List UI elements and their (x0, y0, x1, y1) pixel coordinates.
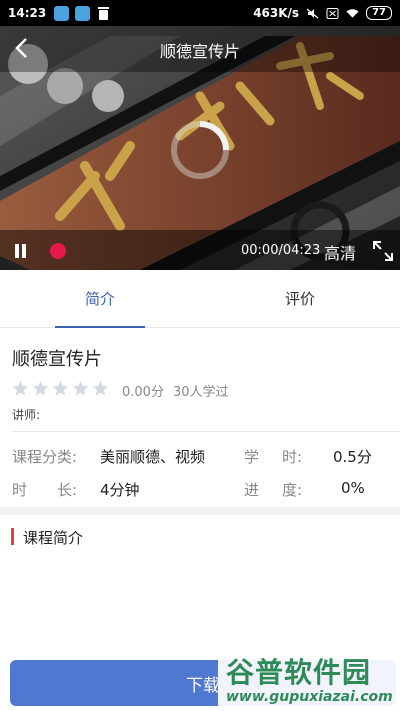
divider (12, 431, 400, 432)
watermark: 谷普软件园 www.gupuxiazai.com (218, 647, 400, 711)
tab-bar: 简介 评价 (0, 270, 400, 328)
fullscreen-icon[interactable] (372, 240, 394, 262)
duration-label-2: 长: (57, 481, 78, 499)
star-icon (92, 381, 109, 396)
mute-icon (306, 8, 319, 18)
tab-intro[interactable]: 简介 (0, 270, 200, 328)
hours-label-1: 学 (244, 448, 260, 466)
watermark-title: 谷普软件园 (226, 656, 372, 689)
rating-stars (12, 380, 109, 397)
status-time: 14:23 (8, 6, 47, 20)
progress-label-2: 度: (282, 481, 303, 499)
net-speed: 463K/s (253, 6, 300, 20)
app-notification-icon (75, 5, 91, 21)
quality-button[interactable]: 高清 (324, 240, 356, 264)
hours-value: 0.5分 (333, 448, 372, 466)
video-controls: 00:00/04:23 高清 (0, 230, 400, 270)
progress-label-1: 进 (244, 481, 260, 499)
section-marker (11, 528, 14, 545)
battery-indicator: 77 (366, 6, 392, 20)
section-divider (0, 507, 400, 515)
intro-section-title: 课程简介 (23, 529, 84, 547)
status-bar: 14:23 463K/s 77 (0, 0, 400, 26)
tab-reviews[interactable]: 评价 (200, 270, 400, 328)
app-notification-icon (54, 5, 70, 21)
wifi-icon (346, 8, 359, 18)
sim-off-icon (326, 7, 339, 19)
duration-label-1: 时 (12, 481, 28, 499)
loading-spinner-icon (171, 121, 229, 179)
status-right: 463K/s 77 (253, 6, 392, 20)
star-icon (32, 381, 49, 396)
app-screen: 14:23 463K/s 77 顺德宣传片 00:00/04:23 高清 简介 … (0, 0, 400, 711)
category-label: 课程分类: (12, 448, 78, 466)
duration-value: 4分钟 (100, 481, 140, 499)
trash-icon (96, 6, 111, 21)
video-title: 顺德宣传片 (159, 42, 240, 61)
star-icon (52, 381, 69, 396)
progress-value: 0% (341, 479, 365, 497)
course-title: 顺德宣传片 (12, 349, 102, 370)
learner-count: 30人学过 (173, 385, 229, 400)
teacher-label: 讲师: (12, 408, 41, 422)
watermark-url: www.gupuxiazai.com (226, 689, 393, 705)
video-player[interactable]: 顺德宣传片 00:00/04:23 高清 (0, 26, 400, 270)
star-icon (72, 381, 89, 396)
rating-score: 0.00分 (122, 385, 164, 400)
hours-label-2: 时: (282, 448, 303, 466)
pause-icon[interactable] (14, 244, 28, 260)
category-value: 美丽顺德、视频 (100, 448, 206, 466)
video-time: 00:00/04:23 (241, 243, 321, 258)
record-icon[interactable] (50, 243, 66, 259)
star-icon (12, 381, 29, 396)
